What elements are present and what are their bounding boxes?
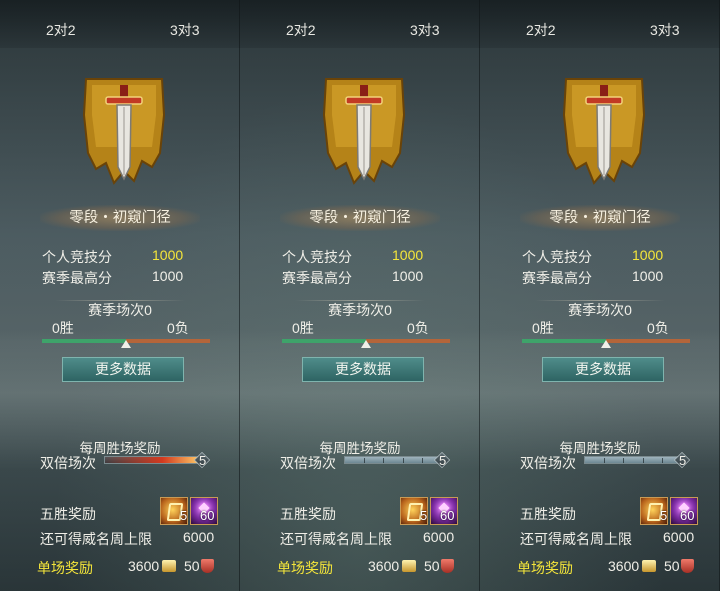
rank-name: 零段・初窥门径	[280, 205, 440, 231]
weekly-cap-value: 6000	[423, 529, 455, 545]
double-matches-count: 5	[439, 453, 447, 468]
double-matches-bar	[104, 456, 202, 464]
rank-panel: 2对2 3对3 零段・初窥门径 个人竞技分 1000 赛季最高分 1000 赛季…	[240, 0, 480, 591]
rank-name: 零段・初窥门径	[40, 205, 200, 231]
coin-icon	[642, 560, 656, 572]
double-matches-bar	[584, 456, 682, 464]
ratio-marker-icon	[361, 340, 371, 348]
bar-tick	[383, 458, 385, 463]
talisman-count: 5	[180, 508, 188, 523]
season-matches: 赛季场次0	[568, 302, 632, 318]
sword-banner-icon	[82, 78, 166, 185]
five-win-reward-label: 五胜奖励	[280, 506, 336, 522]
season-best-label: 赛季最高分	[42, 270, 112, 286]
single-match-reward-label: 单场奖励	[37, 560, 93, 576]
weekly-cap-label: 还可得威名周上限	[280, 531, 392, 547]
arena-rank-screen: 2对2 3对3 零段・初窥门径 个人竞技分 1000 赛季最高分 1000 赛季…	[0, 0, 720, 591]
five-win-reward-label: 五胜奖励	[40, 506, 96, 522]
losses-label: 0负	[167, 320, 189, 336]
tab-3v3[interactable]: 3对3	[650, 20, 680, 40]
win-segment	[42, 339, 126, 343]
single-reward-shield-value: 50	[664, 558, 680, 574]
gem-count: 60	[680, 508, 695, 523]
double-matches-count: 5	[199, 453, 207, 468]
mode-tabs: 2对2 3对3	[0, 0, 240, 48]
ratio-marker-icon	[601, 340, 611, 348]
bar-tick	[623, 458, 625, 463]
bar-tick	[661, 458, 663, 463]
wins-label: 0胜	[52, 320, 74, 336]
season-matches: 赛季场次0	[88, 302, 152, 318]
personal-score-label: 个人竞技分	[282, 249, 352, 265]
tab-3v3[interactable]: 3对3	[170, 20, 200, 40]
double-matches-fill	[345, 457, 441, 463]
more-data-button[interactable]: 更多数据	[542, 357, 664, 382]
single-reward-coin-value: 3600	[608, 558, 640, 574]
weekly-cap-value: 6000	[183, 529, 215, 545]
bar-tick	[402, 458, 404, 463]
talisman-count: 5	[420, 508, 428, 523]
gem-count: 60	[200, 508, 215, 523]
wins-label: 0胜	[292, 320, 314, 336]
shield-icon	[681, 559, 694, 573]
rank-name: 零段・初窥门径	[520, 205, 680, 231]
coin-icon	[402, 560, 416, 572]
season-matches: 赛季场次0	[328, 302, 392, 318]
double-matches-fill	[105, 457, 201, 463]
losses-label: 0负	[647, 320, 669, 336]
losses-label: 0负	[407, 320, 429, 336]
weekly-cap-label: 还可得威名周上限	[40, 531, 152, 547]
more-data-button[interactable]: 更多数据	[302, 357, 424, 382]
bar-tick	[364, 458, 366, 463]
five-win-reward-label: 五胜奖励	[520, 506, 576, 522]
wins-label: 0胜	[532, 320, 554, 336]
double-matches-label: 双倍场次	[520, 455, 576, 471]
tab-2v2[interactable]: 2对2	[526, 20, 556, 40]
weekly-cap-label: 还可得威名周上限	[520, 531, 632, 547]
personal-score-label: 个人竞技分	[522, 249, 592, 265]
rank-panel: 2对2 3对3 零段・初窥门径 个人竞技分 1000 赛季最高分 1000 赛季…	[480, 0, 720, 591]
talisman-count: 5	[660, 508, 668, 523]
personal-score-value: 1000	[392, 247, 424, 263]
personal-score-value: 1000	[152, 247, 184, 263]
season-best-value: 1000	[152, 268, 184, 284]
double-matches-bar	[344, 456, 442, 464]
double-matches-label: 双倍场次	[280, 455, 336, 471]
mode-tabs: 2对2 3对3	[240, 0, 480, 48]
tab-2v2[interactable]: 2对2	[286, 20, 316, 40]
sword-banner-icon	[562, 78, 646, 185]
win-segment	[282, 339, 366, 343]
personal-score-value: 1000	[632, 247, 664, 263]
season-best-label: 赛季最高分	[522, 270, 592, 286]
single-reward-shield-value: 50	[184, 558, 200, 574]
win-segment	[522, 339, 606, 343]
single-match-reward-label: 单场奖励	[277, 560, 333, 576]
season-best-value: 1000	[632, 268, 664, 284]
tab-2v2[interactable]: 2对2	[46, 20, 76, 40]
gem-count: 60	[440, 508, 455, 523]
bar-tick	[604, 458, 606, 463]
double-matches-count: 5	[679, 453, 687, 468]
season-best-value: 1000	[392, 268, 424, 284]
bar-tick	[421, 458, 423, 463]
double-matches-label: 双倍场次	[40, 455, 96, 471]
shield-icon	[441, 559, 454, 573]
bar-tick	[642, 458, 644, 463]
shield-icon	[201, 559, 214, 573]
personal-score-label: 个人竞技分	[42, 249, 112, 265]
coin-icon	[162, 560, 176, 572]
season-best-label: 赛季最高分	[282, 270, 352, 286]
single-match-reward-label: 单场奖励	[517, 560, 573, 576]
weekly-cap-value: 6000	[663, 529, 695, 545]
mode-tabs: 2对2 3对3	[480, 0, 720, 48]
single-reward-coin-value: 3600	[368, 558, 400, 574]
rank-panel: 2对2 3对3 零段・初窥门径 个人竞技分 1000 赛季最高分 1000 赛季…	[0, 0, 240, 591]
single-reward-shield-value: 50	[424, 558, 440, 574]
double-matches-fill	[585, 457, 681, 463]
single-reward-coin-value: 3600	[128, 558, 160, 574]
tab-3v3[interactable]: 3对3	[410, 20, 440, 40]
sword-banner-icon	[322, 78, 406, 185]
ratio-marker-icon	[121, 340, 131, 348]
more-data-button[interactable]: 更多数据	[62, 357, 184, 382]
